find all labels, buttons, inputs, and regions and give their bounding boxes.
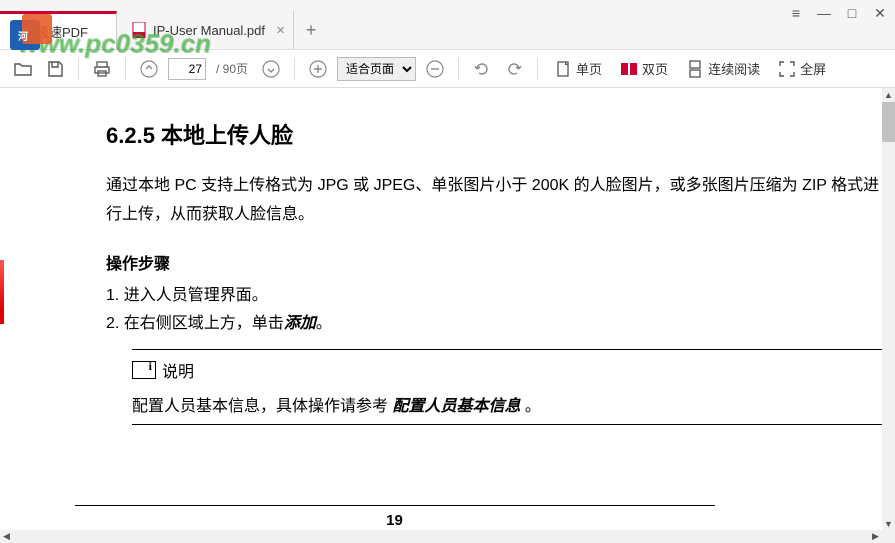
section-heading: 6.2.5 本地上传人脸	[106, 118, 895, 150]
continuous-read-button[interactable]: 连续阅读	[680, 59, 766, 78]
page-footer: 19	[0, 505, 895, 530]
prev-page-button[interactable]	[136, 56, 162, 82]
fullscreen-button[interactable]: 全屏	[772, 59, 832, 78]
scroll-left-icon[interactable]: ◀	[0, 530, 13, 543]
page-number-input[interactable]	[168, 58, 206, 80]
note-text: 配置人员基本信息，具体操作请参考 配置人员基本信息 。	[132, 392, 895, 416]
steps-title: 操作步骤	[106, 250, 895, 274]
side-marker	[0, 260, 4, 310]
open-file-button[interactable]	[10, 56, 36, 82]
double-page-icon	[620, 60, 638, 78]
double-page-button[interactable]: 双页	[614, 59, 674, 78]
close-icon[interactable]: ✕	[873, 6, 887, 20]
svg-text:P: P	[17, 28, 22, 37]
save-button[interactable]	[42, 56, 68, 82]
horizontal-scrollbar[interactable]: ◀ ▶	[0, 530, 882, 543]
pdf-page: 6.2.5 本地上传人脸 通过本地 PC 支持上传格式为 JPG 或 JPEG、…	[0, 88, 895, 530]
zoom-out-button[interactable]	[422, 56, 448, 82]
paragraph-text: 通过本地 PC 支持上传格式为 JPG 或 JPEG、单张图片小于 200K 的…	[106, 172, 895, 230]
minimize-icon[interactable]: —	[817, 6, 831, 20]
toolbar: / 90页 适合页面 单页 双页 连续阅读 全屏	[0, 50, 895, 88]
step-item: 2. 在右侧区域上方，单击添加。	[106, 310, 895, 339]
redo-button[interactable]	[501, 56, 527, 82]
note-box: 说明 配置人员基本信息，具体操作请参考 配置人员基本信息 。	[132, 349, 895, 425]
continuous-icon	[686, 60, 704, 78]
vertical-scrollbar[interactable]: ▲ ▼	[882, 88, 895, 543]
app-tab[interactable]: P 极速PDF	[0, 11, 117, 49]
zoom-select[interactable]: 适合页面	[337, 57, 416, 81]
zoom-in-button[interactable]	[305, 56, 331, 82]
app-tab-label: 极速PDF	[36, 22, 88, 41]
pdf-file-icon	[131, 22, 147, 38]
single-page-button[interactable]: 单页	[548, 59, 608, 78]
next-page-button[interactable]	[258, 56, 284, 82]
file-tab-label: IP-User Manual.pdf	[153, 23, 265, 38]
step-item: 1. 进入人员管理界面。	[106, 282, 895, 311]
new-tab-button[interactable]: +	[294, 11, 328, 49]
scroll-down-icon[interactable]: ▼	[882, 517, 895, 530]
file-tab[interactable]: IP-User Manual.pdf ×	[117, 11, 294, 49]
scrollbar-thumb[interactable]	[882, 102, 895, 142]
fullscreen-icon	[778, 60, 796, 78]
note-icon	[132, 361, 156, 379]
title-bar: ≡ — □ ✕ P 极速PDF IP-User Manual.pdf × +	[0, 0, 895, 50]
print-button[interactable]	[89, 56, 115, 82]
app-icon: P	[14, 24, 30, 40]
scroll-right-icon[interactable]: ▶	[869, 530, 882, 543]
single-page-icon	[554, 60, 572, 78]
side-marker-handle[interactable]	[0, 310, 4, 324]
scroll-up-icon[interactable]: ▲	[882, 88, 895, 101]
menu-icon[interactable]: ≡	[789, 6, 803, 20]
page-total-label: / 90页	[216, 60, 248, 77]
document-viewport: 6.2.5 本地上传人脸 通过本地 PC 支持上传格式为 JPG 或 JPEG、…	[0, 88, 895, 530]
maximize-icon[interactable]: □	[845, 6, 859, 20]
undo-button[interactable]	[469, 56, 495, 82]
note-label: 说明	[162, 358, 194, 382]
tab-close-icon[interactable]: ×	[276, 22, 285, 39]
